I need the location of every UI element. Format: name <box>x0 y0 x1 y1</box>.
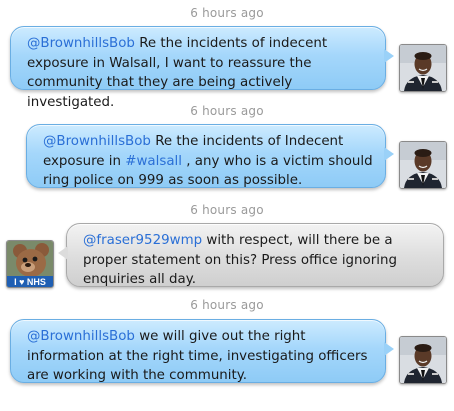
police-officer-avatar[interactable] <box>399 141 447 189</box>
message-bubble-outgoing[interactable]: @BrownhillsBob we will give out the righ… <box>10 319 394 383</box>
teddy-bear-nhs-avatar-icon: I ♥ NHS <box>7 241 53 287</box>
mention-link[interactable]: @fraser9529wmp <box>83 233 202 248</box>
mention-link[interactable]: @BrownhillsBob <box>27 36 135 51</box>
avatar-badge-text: I ♥ NHS <box>14 277 46 287</box>
police-officer-avatar-icon <box>400 45 446 91</box>
message-bubble-incoming[interactable]: @fraser9529wmp with respect, will there … <box>58 223 444 287</box>
timestamp: 6 hours ago <box>190 104 264 118</box>
police-officer-avatar[interactable] <box>399 336 447 384</box>
message-bubble-outgoing[interactable]: @BrownhillsBob Re the incidents of indec… <box>10 26 394 110</box>
mention-link[interactable]: @BrownhillsBob <box>43 134 151 149</box>
teddy-bear-nhs-avatar[interactable]: I ♥ NHS <box>6 240 54 288</box>
police-officer-avatar[interactable] <box>399 44 447 92</box>
message-bubble-outgoing[interactable]: @BrownhillsBob Re the incidents of Indec… <box>26 124 394 188</box>
police-officer-avatar-icon <box>400 337 446 383</box>
timestamp: 6 hours ago <box>190 203 264 217</box>
timestamp: 6 hours ago <box>190 6 264 20</box>
hashtag-link[interactable]: #walsall <box>125 154 182 169</box>
police-officer-avatar-icon <box>400 142 446 188</box>
timestamp: 6 hours ago <box>190 298 264 312</box>
mention-link[interactable]: @BrownhillsBob <box>27 329 135 344</box>
